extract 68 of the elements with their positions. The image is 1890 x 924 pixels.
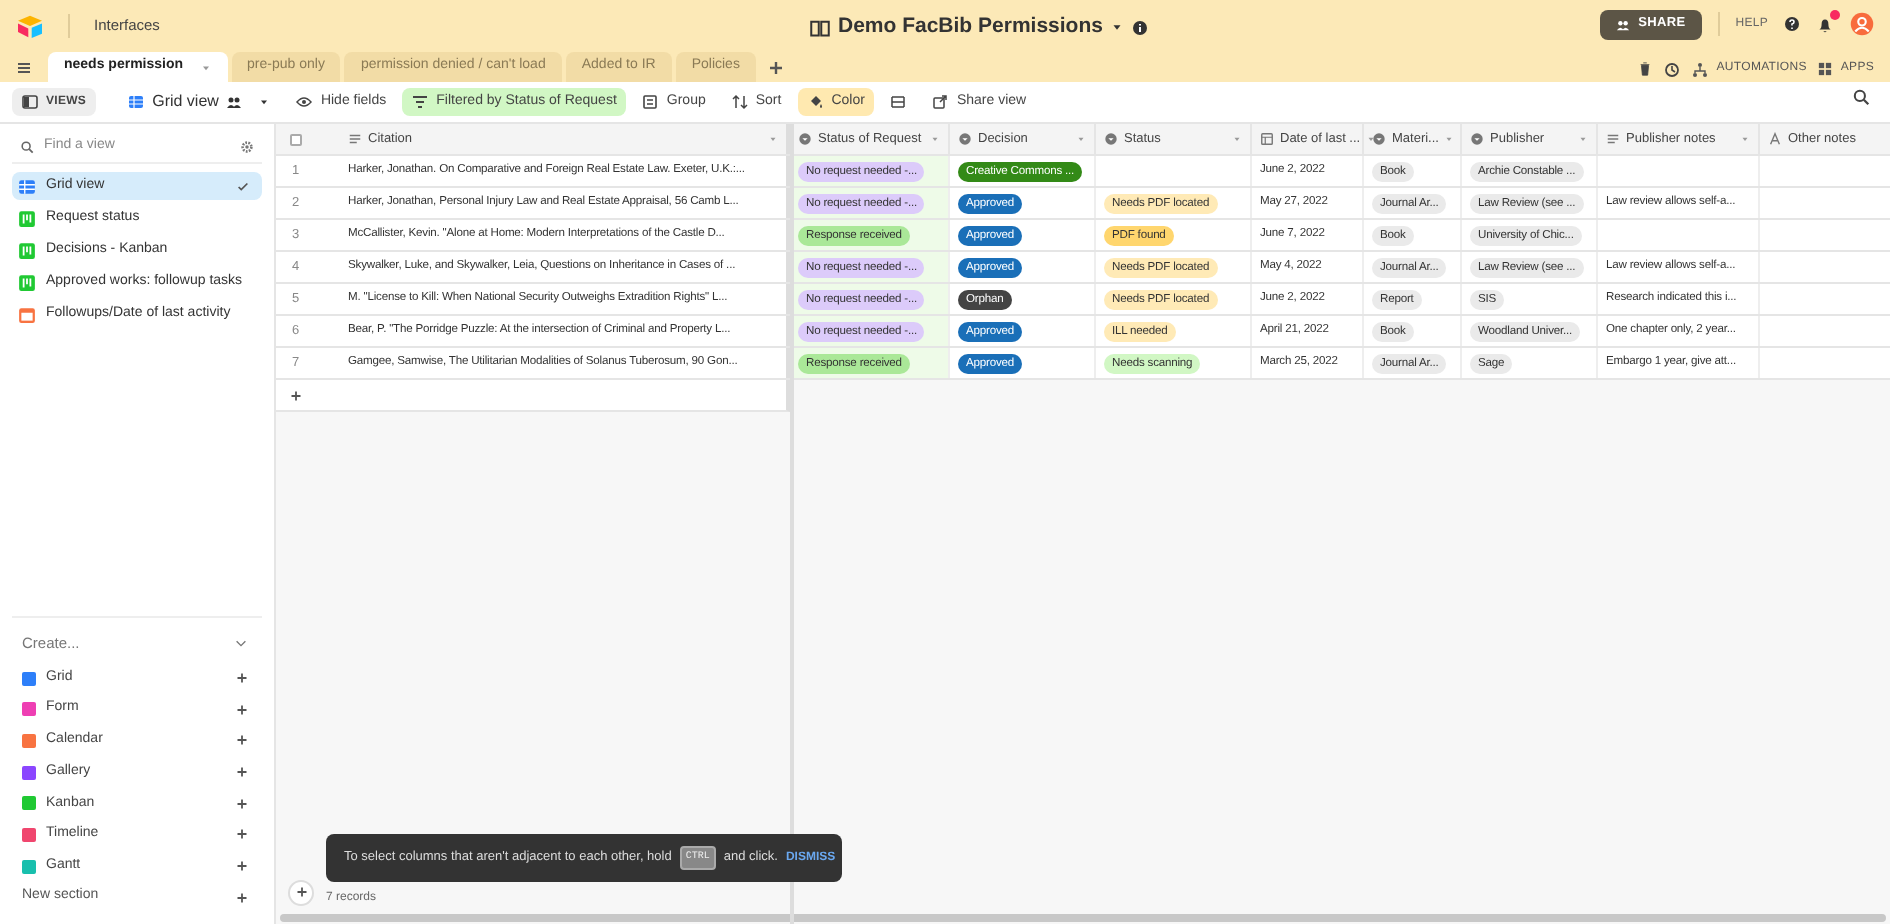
bucket-icon bbox=[807, 94, 824, 110]
select-field-icon bbox=[1372, 132, 1386, 146]
chevron-icon bbox=[234, 635, 248, 650]
check-icon bbox=[236, 179, 250, 193]
caret-icon bbox=[1366, 134, 1377, 144]
caret-icon bbox=[930, 134, 940, 144]
rows-icon bbox=[890, 94, 907, 110]
kanban-view-icon bbox=[18, 241, 36, 259]
caret-icon bbox=[1578, 134, 1588, 144]
info-icon bbox=[1132, 19, 1149, 36]
search-icon bbox=[1852, 88, 1870, 107]
book-icon bbox=[810, 17, 830, 38]
calendar-view-icon bbox=[18, 305, 36, 323]
filter-icon bbox=[412, 94, 429, 110]
caret-icon bbox=[1740, 134, 1750, 144]
text-field-icon bbox=[1768, 132, 1782, 146]
longtext-field-icon bbox=[1606, 132, 1620, 146]
select-all-checkbox[interactable] bbox=[290, 133, 302, 145]
grid-icon bbox=[128, 94, 145, 110]
horizontal-scrollbar[interactable] bbox=[280, 914, 1886, 922]
sort-icon bbox=[731, 94, 748, 110]
plus-icon bbox=[236, 703, 248, 716]
panel-icon bbox=[22, 94, 38, 110]
longtext-field-icon bbox=[348, 132, 362, 146]
settings-icon bbox=[240, 140, 254, 154]
select-field-icon bbox=[1104, 132, 1118, 146]
grid-view-icon bbox=[18, 177, 36, 195]
plus-icon bbox=[236, 766, 248, 779]
caret-icon bbox=[258, 96, 271, 108]
plus-icon bbox=[236, 734, 248, 747]
add-tab-icon bbox=[767, 60, 784, 76]
people-icon bbox=[1616, 17, 1631, 31]
bell-icon bbox=[1816, 15, 1834, 33]
select-field-icon bbox=[798, 132, 812, 146]
help-icon bbox=[1784, 16, 1800, 32]
network-icon bbox=[1692, 61, 1709, 77]
logo-icon bbox=[16, 14, 44, 38]
base-title[interactable]: Demo FacBib Permissions bbox=[838, 12, 1103, 44]
avatar-icon bbox=[1850, 12, 1874, 36]
view-switcher[interactable]: Grid view bbox=[118, 88, 281, 116]
people-icon bbox=[226, 94, 243, 110]
history-icon bbox=[1664, 61, 1681, 77]
plus-icon bbox=[295, 886, 307, 898]
caret-icon bbox=[1110, 20, 1125, 35]
plus-icon bbox=[236, 828, 248, 841]
eye-icon bbox=[296, 94, 313, 110]
caret-icon bbox=[1232, 134, 1242, 144]
select-field-icon bbox=[958, 132, 972, 146]
plus-icon bbox=[236, 672, 248, 685]
group-icon bbox=[642, 94, 659, 110]
plus-icon bbox=[236, 860, 248, 873]
date-field-icon bbox=[1260, 132, 1274, 146]
apps-icon bbox=[1818, 62, 1833, 76]
share-icon bbox=[932, 94, 949, 110]
caret-icon bbox=[1076, 134, 1086, 144]
search-icon bbox=[20, 140, 34, 154]
caret-icon bbox=[199, 61, 212, 73]
plus-icon bbox=[236, 891, 248, 903]
add-record-button[interactable] bbox=[288, 879, 314, 905]
menu-icon bbox=[16, 60, 32, 76]
kanban-view-icon bbox=[18, 273, 36, 291]
plus-icon bbox=[236, 797, 248, 810]
caret-icon bbox=[768, 134, 778, 144]
trash-icon bbox=[1638, 62, 1653, 76]
kanban-view-icon bbox=[18, 209, 36, 227]
caret-icon bbox=[1444, 134, 1455, 144]
add-row-icon bbox=[290, 389, 302, 401]
select-field-icon bbox=[1470, 132, 1484, 146]
